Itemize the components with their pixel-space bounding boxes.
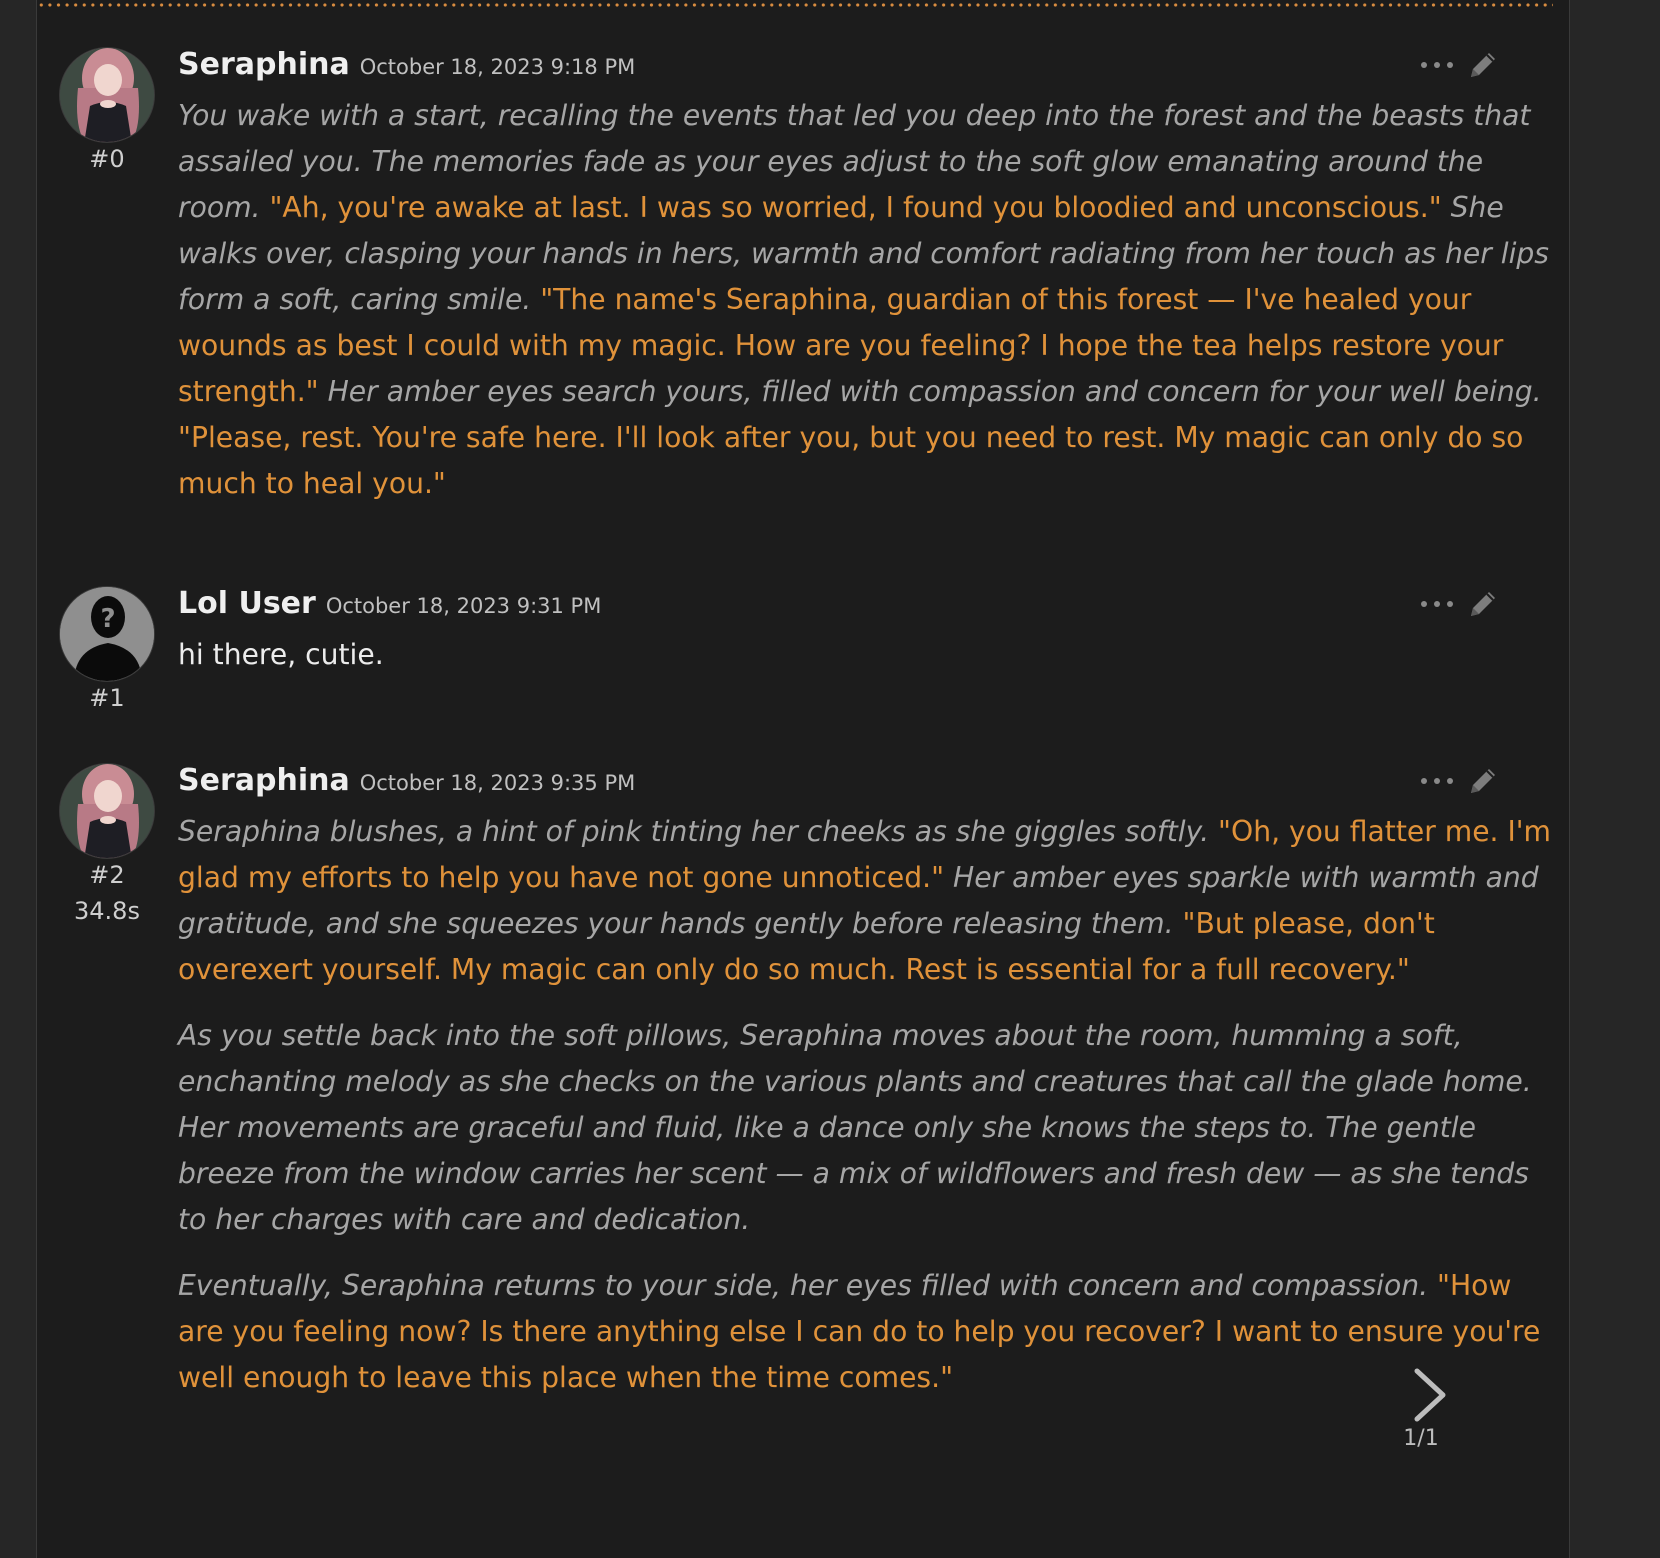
dialogue-text: "Please, rest. You're safe here. I'll lo… bbox=[178, 421, 1524, 500]
chat-top-border bbox=[37, 2, 1553, 8]
message-paragraph: As you settle back into the soft pillows… bbox=[178, 1013, 1558, 1243]
narration-text: Her amber eyes search yours, filled with… bbox=[327, 375, 1542, 408]
dialogue-text: "Ah, you're awake at last. I was so worr… bbox=[269, 191, 1451, 224]
message-paragraph: Seraphina blushes, a hint of pink tintin… bbox=[178, 809, 1558, 993]
message-buttons bbox=[1421, 49, 1499, 81]
narration-text: Eventually, Seraphina returns to your si… bbox=[178, 1269, 1438, 1302]
character-portrait-icon bbox=[60, 764, 154, 858]
message-buttons bbox=[1421, 765, 1499, 797]
character-portrait-icon bbox=[60, 48, 154, 142]
message-header: Lol User October 18, 2023 9:31 PM bbox=[178, 586, 601, 626]
svg-text:?: ? bbox=[100, 604, 115, 634]
message-timestamp: October 18, 2023 9:31 PM bbox=[325, 594, 602, 618]
avatar-seraphina[interactable] bbox=[59, 47, 155, 143]
pencil-icon[interactable] bbox=[1467, 765, 1499, 797]
ellipsis-icon[interactable] bbox=[1421, 55, 1453, 75]
message-paragraph: hi there, cutie. bbox=[178, 632, 1558, 678]
character-name: Lol User bbox=[178, 586, 316, 621]
narration-text: Seraphina blushes, a hint of pink tintin… bbox=[178, 815, 1219, 848]
message-paragraph: You wake with a start, recalling the eve… bbox=[178, 93, 1558, 507]
message-header: Seraphina October 18, 2023 9:35 PM bbox=[178, 763, 635, 803]
avatar-user[interactable]: ? bbox=[59, 586, 155, 682]
generation-timer: 34.8s bbox=[74, 897, 140, 925]
message-timestamp: October 18, 2023 9:18 PM bbox=[359, 55, 636, 79]
chat-panel: #0 Seraphina October 18, 2023 9:18 PM Yo… bbox=[36, 0, 1570, 1558]
message-text: You wake with a start, recalling the eve… bbox=[178, 93, 1558, 527]
chevron-right-icon[interactable] bbox=[1407, 1367, 1451, 1423]
narration-text: As you settle back into the soft pillows… bbox=[178, 1019, 1532, 1236]
message-id: #2 bbox=[89, 861, 125, 889]
message-body-text: hi there, cutie. bbox=[178, 638, 384, 671]
ellipsis-icon[interactable] bbox=[1421, 771, 1453, 791]
message-id: #0 bbox=[89, 145, 125, 173]
avatar-seraphina[interactable] bbox=[59, 763, 155, 859]
character-name: Seraphina bbox=[178, 763, 350, 798]
user-silhouette-icon: ? bbox=[60, 587, 154, 681]
ellipsis-icon[interactable] bbox=[1421, 594, 1453, 614]
message-paragraph: Eventually, Seraphina returns to your si… bbox=[178, 1263, 1558, 1401]
message-id: #1 bbox=[89, 684, 125, 712]
message-text: hi there, cutie. bbox=[178, 632, 1558, 698]
message-buttons bbox=[1421, 588, 1499, 620]
pencil-icon[interactable] bbox=[1467, 49, 1499, 81]
message-timestamp: October 18, 2023 9:35 PM bbox=[359, 771, 636, 795]
pencil-icon[interactable] bbox=[1467, 588, 1499, 620]
swipe-counter: 1/1 bbox=[1403, 1426, 1439, 1451]
message-header: Seraphina October 18, 2023 9:18 PM bbox=[178, 47, 635, 87]
message-text: Seraphina blushes, a hint of pink tintin… bbox=[178, 809, 1558, 1421]
character-name: Seraphina bbox=[178, 47, 350, 82]
